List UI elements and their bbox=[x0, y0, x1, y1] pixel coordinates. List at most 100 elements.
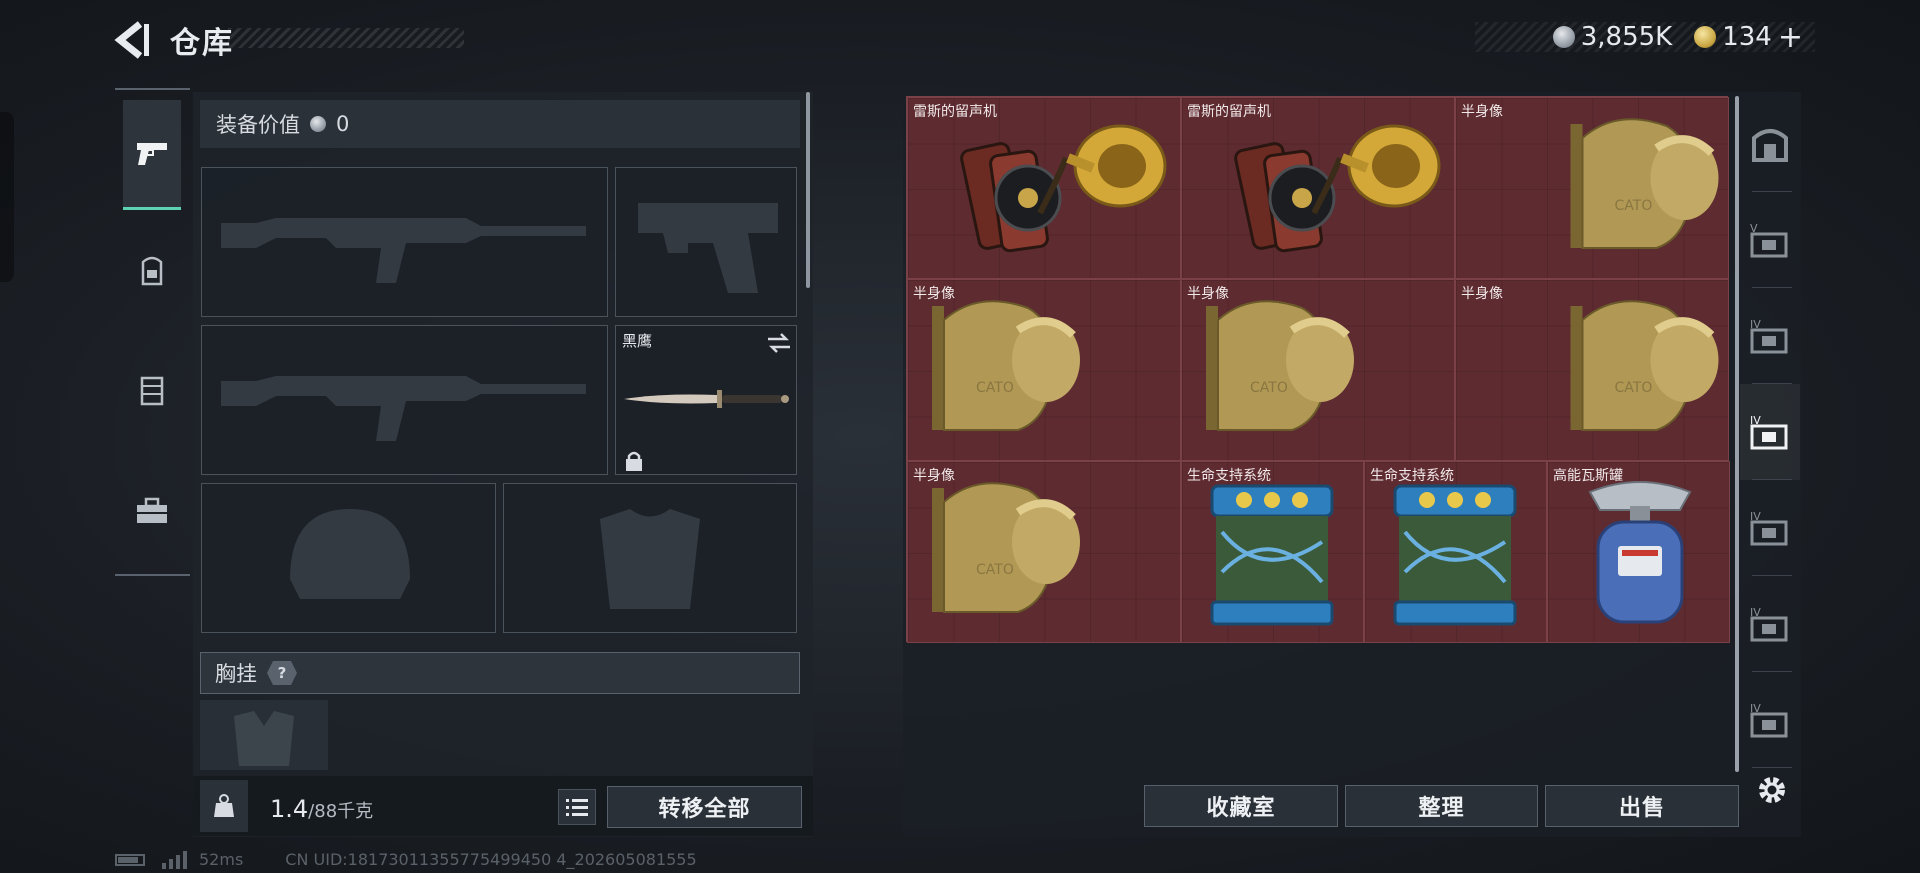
chest-rig-bar: 胸挂 ? bbox=[200, 652, 800, 694]
item-name: 半身像 bbox=[1187, 286, 1229, 302]
transfer-all-button[interactable]: 转移全部 bbox=[607, 786, 802, 828]
nav-backpack[interactable] bbox=[123, 216, 181, 326]
backpack-icon bbox=[141, 256, 163, 286]
storage-box-icon: V bbox=[1750, 222, 1788, 258]
list-icon bbox=[566, 799, 588, 816]
item-name: 半身像 bbox=[913, 286, 955, 302]
storage-tab-6[interactable]: IV bbox=[1740, 576, 1800, 672]
equipment-value-label: 装备价值 bbox=[216, 113, 300, 137]
bust-engraving: CATO bbox=[976, 562, 1014, 578]
gas-can-icon bbox=[1588, 481, 1692, 624]
back-button[interactable] bbox=[112, 18, 152, 62]
storage-box-icon: IV bbox=[1750, 414, 1788, 450]
item-name: 半身像 bbox=[1461, 286, 1503, 302]
equipment-value: 0 bbox=[336, 112, 350, 136]
item-name: 雷斯的留声机 bbox=[913, 104, 997, 120]
tab-level: V bbox=[1750, 222, 1758, 235]
secondary-weapon-slot[interactable] bbox=[615, 167, 797, 317]
nav-weapons[interactable] bbox=[123, 100, 181, 210]
helmet-silhouette-icon bbox=[290, 509, 410, 599]
storage-scrollbar[interactable] bbox=[1735, 96, 1739, 772]
battery-icon bbox=[115, 853, 145, 866]
storage-tab-3[interactable]: IV bbox=[1740, 288, 1800, 384]
item-name: 生命支持系统 bbox=[1370, 468, 1454, 484]
vest-icon bbox=[140, 376, 164, 406]
tab-level: IV bbox=[1750, 414, 1761, 427]
storage-box-icon: IV bbox=[1750, 606, 1788, 642]
uid-text: CN UID:18173011355775499450 4_2026050815… bbox=[285, 850, 697, 869]
silver-coin-icon bbox=[1552, 26, 1575, 48]
storage-tab-4[interactable]: IV bbox=[1740, 384, 1800, 480]
list-view-button[interactable] bbox=[558, 789, 596, 825]
gold-coin-icon bbox=[1694, 26, 1717, 48]
melee-slot[interactable]: 黑鹰 bbox=[615, 325, 797, 475]
sell-button[interactable]: 出售 bbox=[1545, 785, 1739, 827]
item-name: 雷斯的留声机 bbox=[1187, 104, 1271, 120]
currency-bar: 3,855K 134 + bbox=[1475, 20, 1815, 55]
lock-icon bbox=[626, 451, 642, 471]
storage-tab-2[interactable]: V bbox=[1740, 192, 1800, 288]
storage-item-gas-can[interactable]: 高能瓦斯罐 bbox=[1547, 461, 1730, 643]
nav-chest-rig[interactable] bbox=[123, 336, 181, 446]
pistol-silhouette-icon bbox=[638, 203, 778, 293]
storage-item-bust[interactable]: 半身像 CATO bbox=[1181, 279, 1455, 461]
bust-icon: CATO bbox=[1206, 300, 1354, 431]
rifle-silhouette-icon bbox=[221, 376, 586, 441]
bust-engraving: CATO bbox=[976, 380, 1014, 396]
bust-engraving: CATO bbox=[1615, 380, 1653, 396]
swap-icon[interactable] bbox=[766, 332, 792, 354]
silver-coin-icon bbox=[310, 116, 326, 132]
item-name: 半身像 bbox=[1461, 104, 1503, 120]
organize-button[interactable]: 整理 bbox=[1345, 785, 1538, 827]
signal-icon bbox=[162, 850, 187, 869]
bust-icon: CATO bbox=[932, 482, 1080, 613]
storage-item-life-support[interactable]: 生命支持系统 bbox=[1364, 461, 1547, 643]
storage-box-icon: IV bbox=[1750, 318, 1788, 354]
storage-item-bust[interactable]: 半身像 CATO bbox=[907, 279, 1181, 461]
storage-item-bust[interactable]: 半身像 CATO bbox=[1455, 97, 1729, 279]
gramophone-icon bbox=[960, 124, 1167, 253]
help-button[interactable]: ? bbox=[267, 661, 297, 685]
armor-silhouette-icon bbox=[600, 509, 700, 609]
silver-amount: 3,855K bbox=[1580, 22, 1673, 52]
life-support-icon bbox=[1393, 484, 1517, 626]
storage-item-bust[interactable]: 半身像 CATO bbox=[907, 461, 1181, 643]
title-decoration bbox=[228, 28, 464, 48]
weight-readout: 1.4/88千克 bbox=[270, 795, 373, 823]
gear-icon bbox=[1759, 777, 1785, 803]
bust-engraving: CATO bbox=[1250, 380, 1288, 396]
storage-tab-1[interactable] bbox=[1740, 96, 1800, 192]
settings-button[interactable] bbox=[1752, 770, 1792, 810]
primary-weapon-slot[interactable] bbox=[201, 167, 608, 317]
status-bar: 52ms CN UID:18173011355775499450 4_20260… bbox=[115, 850, 697, 869]
equipment-scrollbar[interactable] bbox=[806, 92, 810, 288]
silver-currency: 3,855K bbox=[1552, 22, 1673, 52]
bust-icon: CATO bbox=[932, 300, 1080, 431]
storage-tab-5[interactable]: IV bbox=[1740, 480, 1800, 576]
rifle-slot[interactable] bbox=[201, 325, 608, 475]
bust-icon: CATO bbox=[1570, 300, 1719, 431]
storage-tab-7[interactable]: IV bbox=[1740, 672, 1800, 768]
safe-house-icon bbox=[1752, 129, 1788, 162]
gold-amount: 134 bbox=[1722, 22, 1772, 52]
armor-slot[interactable] bbox=[503, 483, 797, 633]
storage-item-bust[interactable]: 半身像 CATO bbox=[1455, 279, 1729, 461]
add-currency-button[interactable]: + bbox=[1778, 20, 1803, 55]
toolbox-icon bbox=[137, 497, 167, 523]
weight-current: 1.4 bbox=[270, 795, 309, 823]
tab-level: IV bbox=[1750, 702, 1761, 715]
collection-room-button[interactable]: 收藏室 bbox=[1144, 785, 1338, 827]
storage-item-gramophone[interactable]: 雷斯的留声机 bbox=[907, 97, 1181, 279]
weight-lock bbox=[200, 780, 248, 832]
storage-grid: 雷斯的留声机 雷斯的留声机 半身像 CATO 半身像 CATO 半身像 CATO 半身像 CATO… bbox=[906, 96, 1730, 643]
latency: 52ms bbox=[199, 850, 244, 869]
edge-handle bbox=[0, 112, 14, 282]
equipment-value-header: 装备价值 0 bbox=[200, 100, 800, 148]
storage-item-life-support[interactable]: 生命支持系统 bbox=[1181, 461, 1364, 643]
chest-rig-label: 胸挂 bbox=[215, 662, 257, 686]
nav-toolbox[interactable] bbox=[123, 456, 181, 566]
chest-rig-slot[interactable] bbox=[200, 700, 328, 770]
storage-box-icon: IV bbox=[1750, 510, 1788, 546]
storage-item-gramophone[interactable]: 雷斯的留声机 bbox=[1181, 97, 1455, 279]
helmet-slot[interactable] bbox=[201, 483, 496, 633]
